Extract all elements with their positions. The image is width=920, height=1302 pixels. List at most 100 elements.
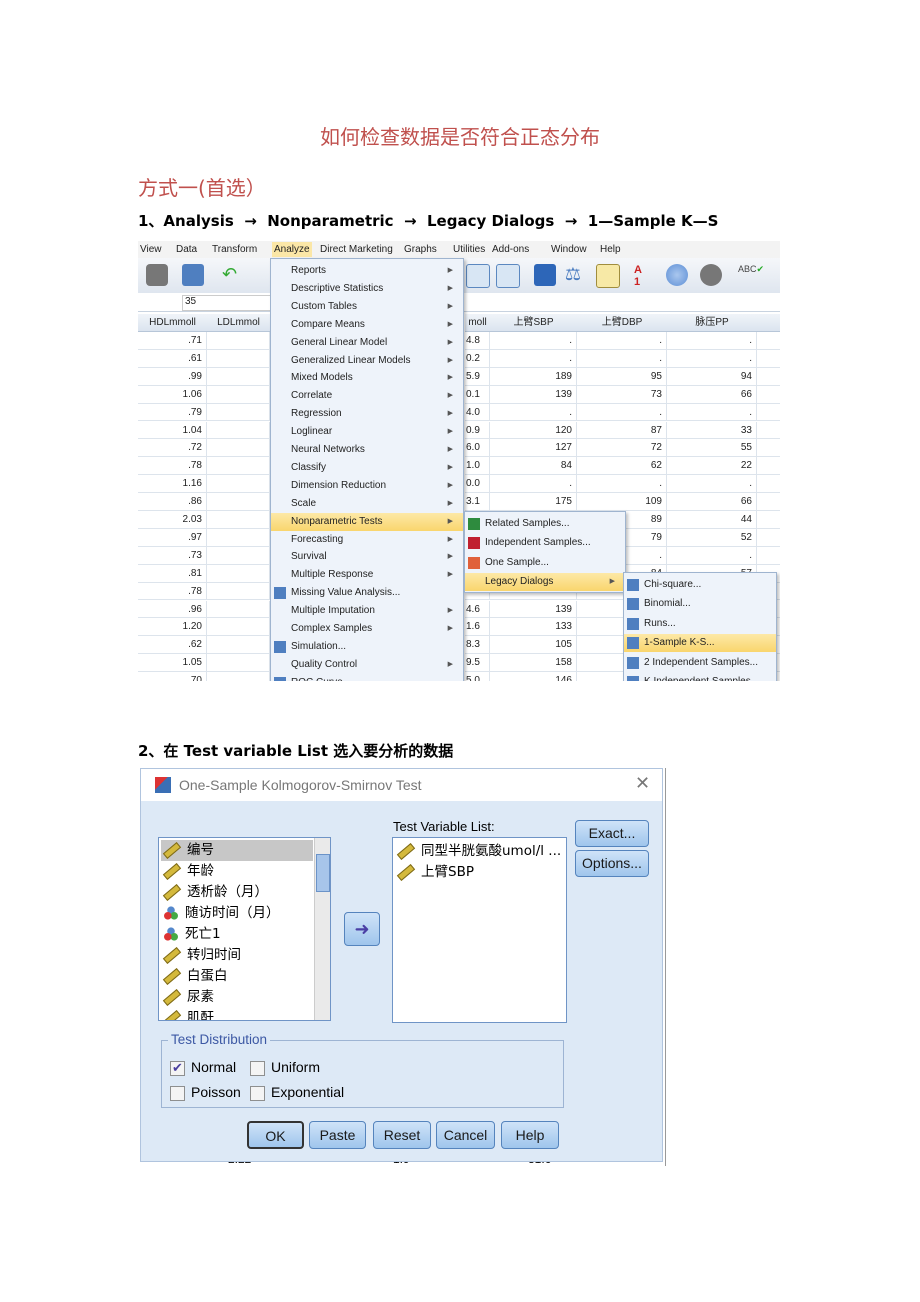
menu-item[interactable]: Binomial... bbox=[624, 595, 776, 613]
menu-item[interactable]: 2 Independent Samples... bbox=[624, 654, 776, 672]
close-icon[interactable]: ✕ bbox=[635, 773, 650, 794]
table-cell[interactable]: 4.6 bbox=[465, 600, 490, 619]
select-cases-icon[interactable] bbox=[596, 264, 620, 288]
table-cell[interactable]: .78 bbox=[138, 457, 207, 476]
table-cell[interactable]: 73 bbox=[577, 385, 667, 404]
table-cell[interactable]: 158 bbox=[490, 654, 577, 673]
table-cell[interactable] bbox=[207, 564, 270, 583]
table-cell[interactable]: 139 bbox=[490, 385, 577, 404]
table-cell[interactable]: 33 bbox=[667, 421, 757, 440]
table-cell[interactable] bbox=[207, 421, 270, 440]
menu-item[interactable]: ROC Curve... bbox=[271, 674, 463, 681]
exact-button[interactable]: Exact... bbox=[575, 820, 649, 847]
table-cell[interactable]: 133 bbox=[490, 618, 577, 637]
table-cell[interactable]: 120 bbox=[490, 421, 577, 440]
table-cell[interactable]: 175 bbox=[490, 493, 577, 511]
menu-analyze[interactable]: Analyze bbox=[272, 242, 312, 257]
source-var-item[interactable]: 年龄 bbox=[162, 861, 214, 882]
table-cell[interactable]: .72 bbox=[138, 439, 207, 458]
menu-item[interactable]: Survival ▶ bbox=[271, 548, 463, 566]
table-cell[interactable]: 5.9 bbox=[465, 367, 490, 386]
table-cell[interactable]: 94 bbox=[667, 367, 757, 386]
table-cell[interactable]: . bbox=[667, 546, 757, 565]
source-var-item[interactable]: 转归时间 bbox=[162, 945, 241, 966]
menu-item[interactable]: Neural Networks ▶ bbox=[271, 441, 463, 459]
table-cell[interactable]: 105 bbox=[490, 636, 577, 655]
undo-icon[interactable]: ↶ bbox=[222, 264, 244, 286]
table-cell[interactable]: .99 bbox=[138, 367, 207, 386]
menu-item[interactable]: Mixed Models ▶ bbox=[271, 369, 463, 387]
table-cell[interactable]: 44 bbox=[667, 511, 757, 529]
table-cell[interactable]: 1.20 bbox=[138, 618, 207, 637]
table-cell[interactable] bbox=[207, 457, 270, 476]
table-cell[interactable] bbox=[757, 386, 780, 404]
table-cell[interactable]: 146 bbox=[490, 672, 577, 681]
source-var-item[interactable]: 透析龄（月） bbox=[162, 882, 268, 903]
table-cell[interactable]: 2.03 bbox=[138, 511, 207, 529]
table-cell[interactable] bbox=[207, 582, 270, 601]
table-cell[interactable]: 55 bbox=[667, 439, 757, 458]
table-cell[interactable]: 87 bbox=[577, 421, 667, 440]
table-cell[interactable] bbox=[757, 511, 780, 529]
table-cell[interactable] bbox=[207, 618, 270, 637]
table-cell[interactable] bbox=[757, 368, 780, 386]
test-variable-list[interactable]: 同型半胱氨酸umol/l ... 上臂SBP bbox=[392, 837, 567, 1023]
table-cell[interactable]: 4.8 bbox=[465, 332, 490, 350]
column-header[interactable]: moll bbox=[465, 314, 491, 332]
table-cell[interactable]: . bbox=[577, 403, 667, 422]
recall-dialog-icon[interactable] bbox=[182, 264, 204, 286]
table-cell[interactable]: . bbox=[490, 332, 577, 350]
value-labels-icon[interactable]: A1 bbox=[634, 264, 656, 288]
table-cell[interactable]: 1.04 bbox=[138, 421, 207, 440]
table-cell[interactable] bbox=[757, 404, 780, 422]
options-button[interactable]: Options... bbox=[575, 850, 649, 877]
table-cell[interactable] bbox=[757, 493, 780, 511]
table-cell[interactable]: .71 bbox=[138, 332, 207, 350]
menu-item[interactable]: Chi-square... bbox=[624, 576, 776, 594]
table-cell[interactable] bbox=[757, 422, 780, 440]
split-file-icon[interactable] bbox=[534, 264, 556, 286]
menu-item[interactable]: Classify ▶ bbox=[271, 459, 463, 477]
menu-utilities[interactable]: Utilities bbox=[453, 244, 485, 255]
table-cell[interactable] bbox=[757, 457, 780, 476]
column-header[interactable]: 上臂DBP bbox=[577, 314, 668, 332]
menu-graphs[interactable]: Graphs bbox=[404, 244, 437, 255]
menu-item[interactable]: Independent Samples... bbox=[465, 534, 625, 552]
table-cell[interactable]: 1.05 bbox=[138, 654, 207, 673]
table-cell[interactable] bbox=[207, 349, 270, 368]
table-cell[interactable]: .97 bbox=[138, 528, 207, 547]
table-cell[interactable] bbox=[207, 367, 270, 386]
column-header[interactable]: HDLmmoll bbox=[138, 314, 208, 332]
menu-item[interactable]: Related Samples... bbox=[465, 515, 625, 533]
column-header[interactable]: LDLmmol bbox=[207, 314, 271, 332]
menu-item[interactable]: Multiple Response ▶ bbox=[271, 566, 463, 584]
scroll-thumb[interactable] bbox=[316, 854, 330, 892]
table-cell[interactable] bbox=[207, 439, 270, 458]
source-var-item[interactable]: 死亡1 bbox=[163, 924, 221, 945]
menu-item[interactable]: Nonparametric Tests ▶ bbox=[271, 512, 463, 531]
insert-variable-icon[interactable] bbox=[496, 264, 520, 288]
table-cell[interactable]: .86 bbox=[138, 493, 207, 511]
show-all-icon[interactable] bbox=[700, 264, 722, 286]
table-cell[interactable]: 6.0 bbox=[465, 439, 490, 458]
table-cell[interactable]: 84 bbox=[490, 457, 577, 476]
table-cell[interactable]: 139 bbox=[490, 600, 577, 619]
menu-item[interactable]: Scale ▶ bbox=[271, 495, 463, 513]
table-cell[interactable]: 66 bbox=[667, 493, 757, 511]
column-header[interactable]: 上臂SBP bbox=[490, 314, 578, 332]
menu-item[interactable]: Multiple Imputation ▶ bbox=[271, 602, 463, 620]
table-cell[interactable] bbox=[207, 332, 270, 350]
menu-item[interactable]: Custom Tables ▶ bbox=[271, 298, 463, 316]
table-cell[interactable]: .81 bbox=[138, 564, 207, 583]
table-cell[interactable]: 62 bbox=[577, 457, 667, 476]
table-cell[interactable] bbox=[207, 385, 270, 404]
table-cell[interactable] bbox=[207, 654, 270, 673]
ok-button[interactable]: OK bbox=[247, 1121, 304, 1149]
table-cell[interactable]: . bbox=[490, 349, 577, 368]
table-cell[interactable]: 52 bbox=[667, 528, 757, 547]
menu-item[interactable]: Complex Samples ▶ bbox=[271, 620, 463, 638]
table-cell[interactable]: 3.1 bbox=[465, 493, 490, 511]
menu-item[interactable]: Simulation... bbox=[271, 638, 463, 656]
menu-item[interactable]: Reports ▶ bbox=[271, 262, 463, 280]
normal-checkbox[interactable]: ✔ Normal bbox=[170, 1059, 236, 1076]
